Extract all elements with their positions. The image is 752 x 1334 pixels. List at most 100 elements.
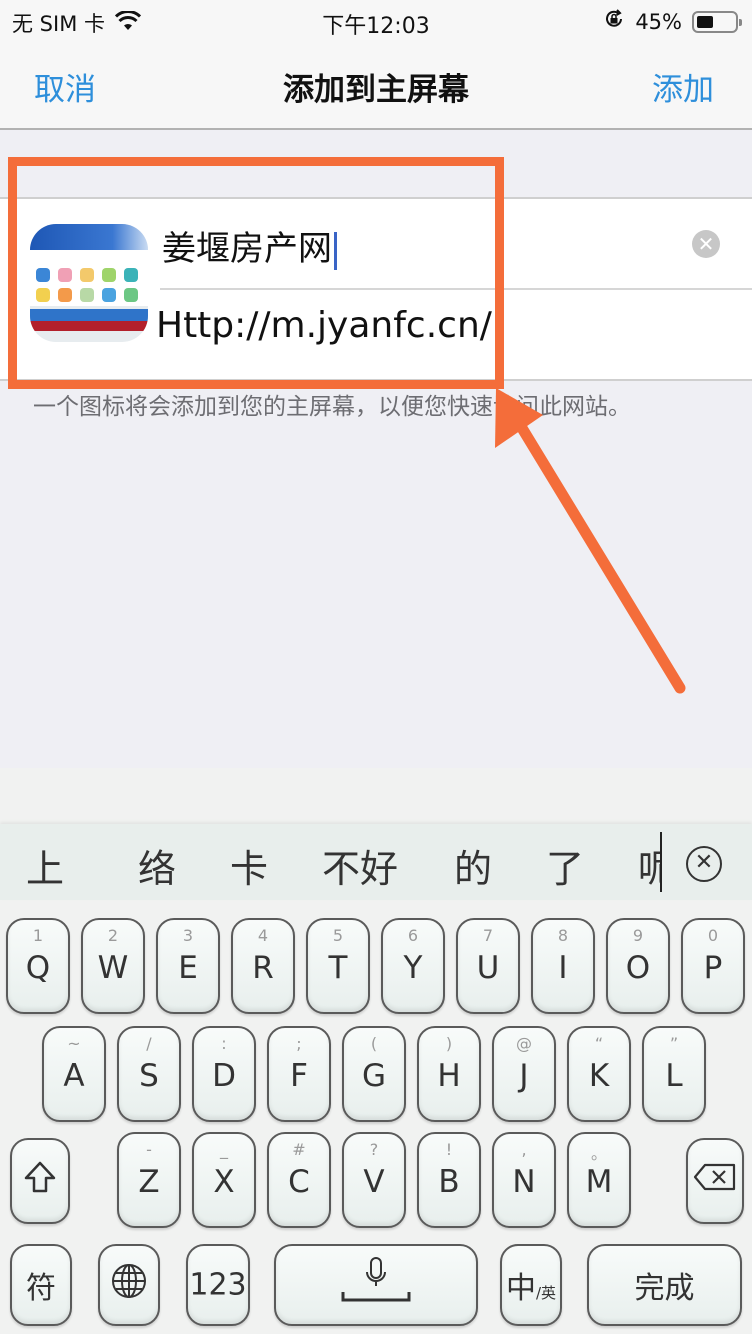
key-z[interactable]: -Z <box>117 1132 181 1228</box>
language-switch-key[interactable]: 中/英 <box>500 1244 562 1326</box>
key-n[interactable]: ,N <box>492 1132 556 1228</box>
key-secondary-label: , <box>521 1140 527 1159</box>
candidate-bar: 上 络 卡 不好 的 了 呢 ✕ <box>0 824 752 900</box>
key-d[interactable]: :D <box>192 1026 256 1122</box>
candidate[interactable]: 上 <box>26 838 64 893</box>
key-secondary-label: ” <box>669 1034 679 1053</box>
key-label: D <box>212 1058 236 1094</box>
key-o[interactable]: 9O <box>606 918 670 1014</box>
globe-key[interactable] <box>98 1244 160 1326</box>
candidate[interactable]: 的 <box>454 838 492 893</box>
symbols-key-label: 符 <box>26 1271 56 1306</box>
language-sub: /英 <box>535 1284 557 1302</box>
key-label: Q <box>25 950 51 986</box>
key-secondary-label: 0 <box>707 926 719 945</box>
key-s[interactable]: / S <box>117 1026 181 1122</box>
key-w[interactable]: 2W <box>81 918 145 1014</box>
key-label: F <box>290 1058 308 1094</box>
key-secondary-label: 6 <box>407 926 419 945</box>
key-label: O <box>625 950 651 986</box>
add-to-home-form: 姜堰房产网 ✕ Http://m.jyanfc.cn/ <box>0 197 752 381</box>
key-label: T <box>328 950 348 986</box>
key-label: S <box>139 1058 159 1094</box>
key-secondary-label: / <box>146 1034 152 1053</box>
key-secondary-label: 5 <box>332 926 344 945</box>
key-k[interactable]: “K <box>567 1026 631 1122</box>
name-input[interactable]: 姜堰房产网 <box>162 221 642 270</box>
microphone-icon <box>276 1256 476 1314</box>
key-label: L <box>665 1058 683 1094</box>
delete-key[interactable] <box>686 1138 744 1224</box>
cancel-button[interactable]: 取消 <box>34 64 96 109</box>
candidate[interactable]: 络 <box>138 838 176 893</box>
text-caret <box>334 231 337 270</box>
key-l[interactable]: ” L <box>642 1026 706 1122</box>
language-main: 中 <box>505 1271 536 1306</box>
key-y[interactable]: 6Y <box>381 918 445 1014</box>
key-label: E <box>178 950 198 986</box>
key-label: I <box>558 950 568 986</box>
key-f[interactable]: ; F <box>267 1026 331 1122</box>
key-secondary-label: ; <box>296 1034 302 1053</box>
candidate[interactable]: 不好 <box>322 838 398 893</box>
backspace-icon <box>688 1162 742 1200</box>
key-secondary-label: ~ <box>67 1034 81 1053</box>
key-u[interactable]: 7U <box>456 918 520 1014</box>
key-j[interactable]: @ J <box>492 1026 556 1122</box>
key-r[interactable]: 4R <box>231 918 295 1014</box>
key-label: B <box>438 1164 460 1200</box>
key-label: A <box>63 1058 85 1094</box>
key-secondary-label: _ <box>220 1140 228 1159</box>
shift-icon <box>12 1159 68 1203</box>
key-label: M <box>585 1164 613 1200</box>
symbols-key[interactable]: 符 <box>10 1244 72 1326</box>
candidate[interactable]: 了 <box>546 838 584 893</box>
key-secondary-label: 2 <box>107 926 119 945</box>
navigation-bar: 取消 添加到主屏幕 添加 <box>0 42 752 128</box>
key-t[interactable]: 5T <box>306 918 370 1014</box>
key-v[interactable]: ? V <box>342 1132 406 1228</box>
key-p[interactable]: 0P <box>681 918 745 1014</box>
name-row: 姜堰房产网 ✕ <box>160 199 752 290</box>
candidate[interactable]: 卡 <box>230 838 268 893</box>
shift-key[interactable] <box>10 1138 70 1224</box>
key-h[interactable]: ) H <box>417 1026 481 1122</box>
key-c[interactable]: # C <box>267 1132 331 1228</box>
key-secondary-label: 8 <box>557 926 569 945</box>
key-g[interactable]: (G <box>342 1026 406 1122</box>
numbers-key[interactable]: 123 <box>186 1244 250 1326</box>
add-button[interactable]: 添加 <box>652 64 714 109</box>
key-secondary-label: 。 <box>590 1144 607 1163</box>
space-key[interactable] <box>274 1244 478 1326</box>
key-m[interactable]: 。 M <box>567 1132 631 1228</box>
key-label: R <box>252 950 274 986</box>
key-secondary-label: # <box>292 1140 306 1159</box>
done-key-label: 完成 <box>634 1271 695 1306</box>
battery-fill <box>697 15 714 28</box>
key-e[interactable]: 3E <box>156 918 220 1014</box>
key-secondary-label: ! <box>445 1140 453 1159</box>
key-secondary-label: 7 <box>482 926 494 945</box>
key-x[interactable]: _ X <box>192 1132 256 1228</box>
key-label: X <box>213 1164 235 1200</box>
website-thumbnail-icon <box>30 224 148 342</box>
key-q[interactable]: 1Q <box>6 918 70 1014</box>
numbers-key-label: 123 <box>189 1267 247 1303</box>
key-label: V <box>363 1164 385 1200</box>
key-label: K <box>588 1058 610 1094</box>
clear-icon[interactable]: ✕ <box>692 230 720 258</box>
key-label: N <box>512 1164 536 1200</box>
key-b[interactable]: ! B <box>417 1132 481 1228</box>
top-bar: 无 SIM 卡 下午12:03 45% 取消 添加到主屏幕 添加 <box>0 0 752 130</box>
key-a[interactable]: ~ A <box>42 1026 106 1122</box>
key-label: G <box>361 1058 387 1094</box>
close-candidates-icon[interactable]: ✕ <box>686 846 722 882</box>
done-key[interactable]: 完成 <box>587 1244 742 1326</box>
key-i[interactable]: 8I <box>531 918 595 1014</box>
key-label: W <box>97 950 129 986</box>
key-secondary-label: @ <box>516 1034 532 1053</box>
key-label: Y <box>403 950 423 986</box>
key-label: P <box>703 950 723 986</box>
key-secondary-label: - <box>146 1140 152 1159</box>
candidate[interactable]: 呢 <box>638 838 660 893</box>
